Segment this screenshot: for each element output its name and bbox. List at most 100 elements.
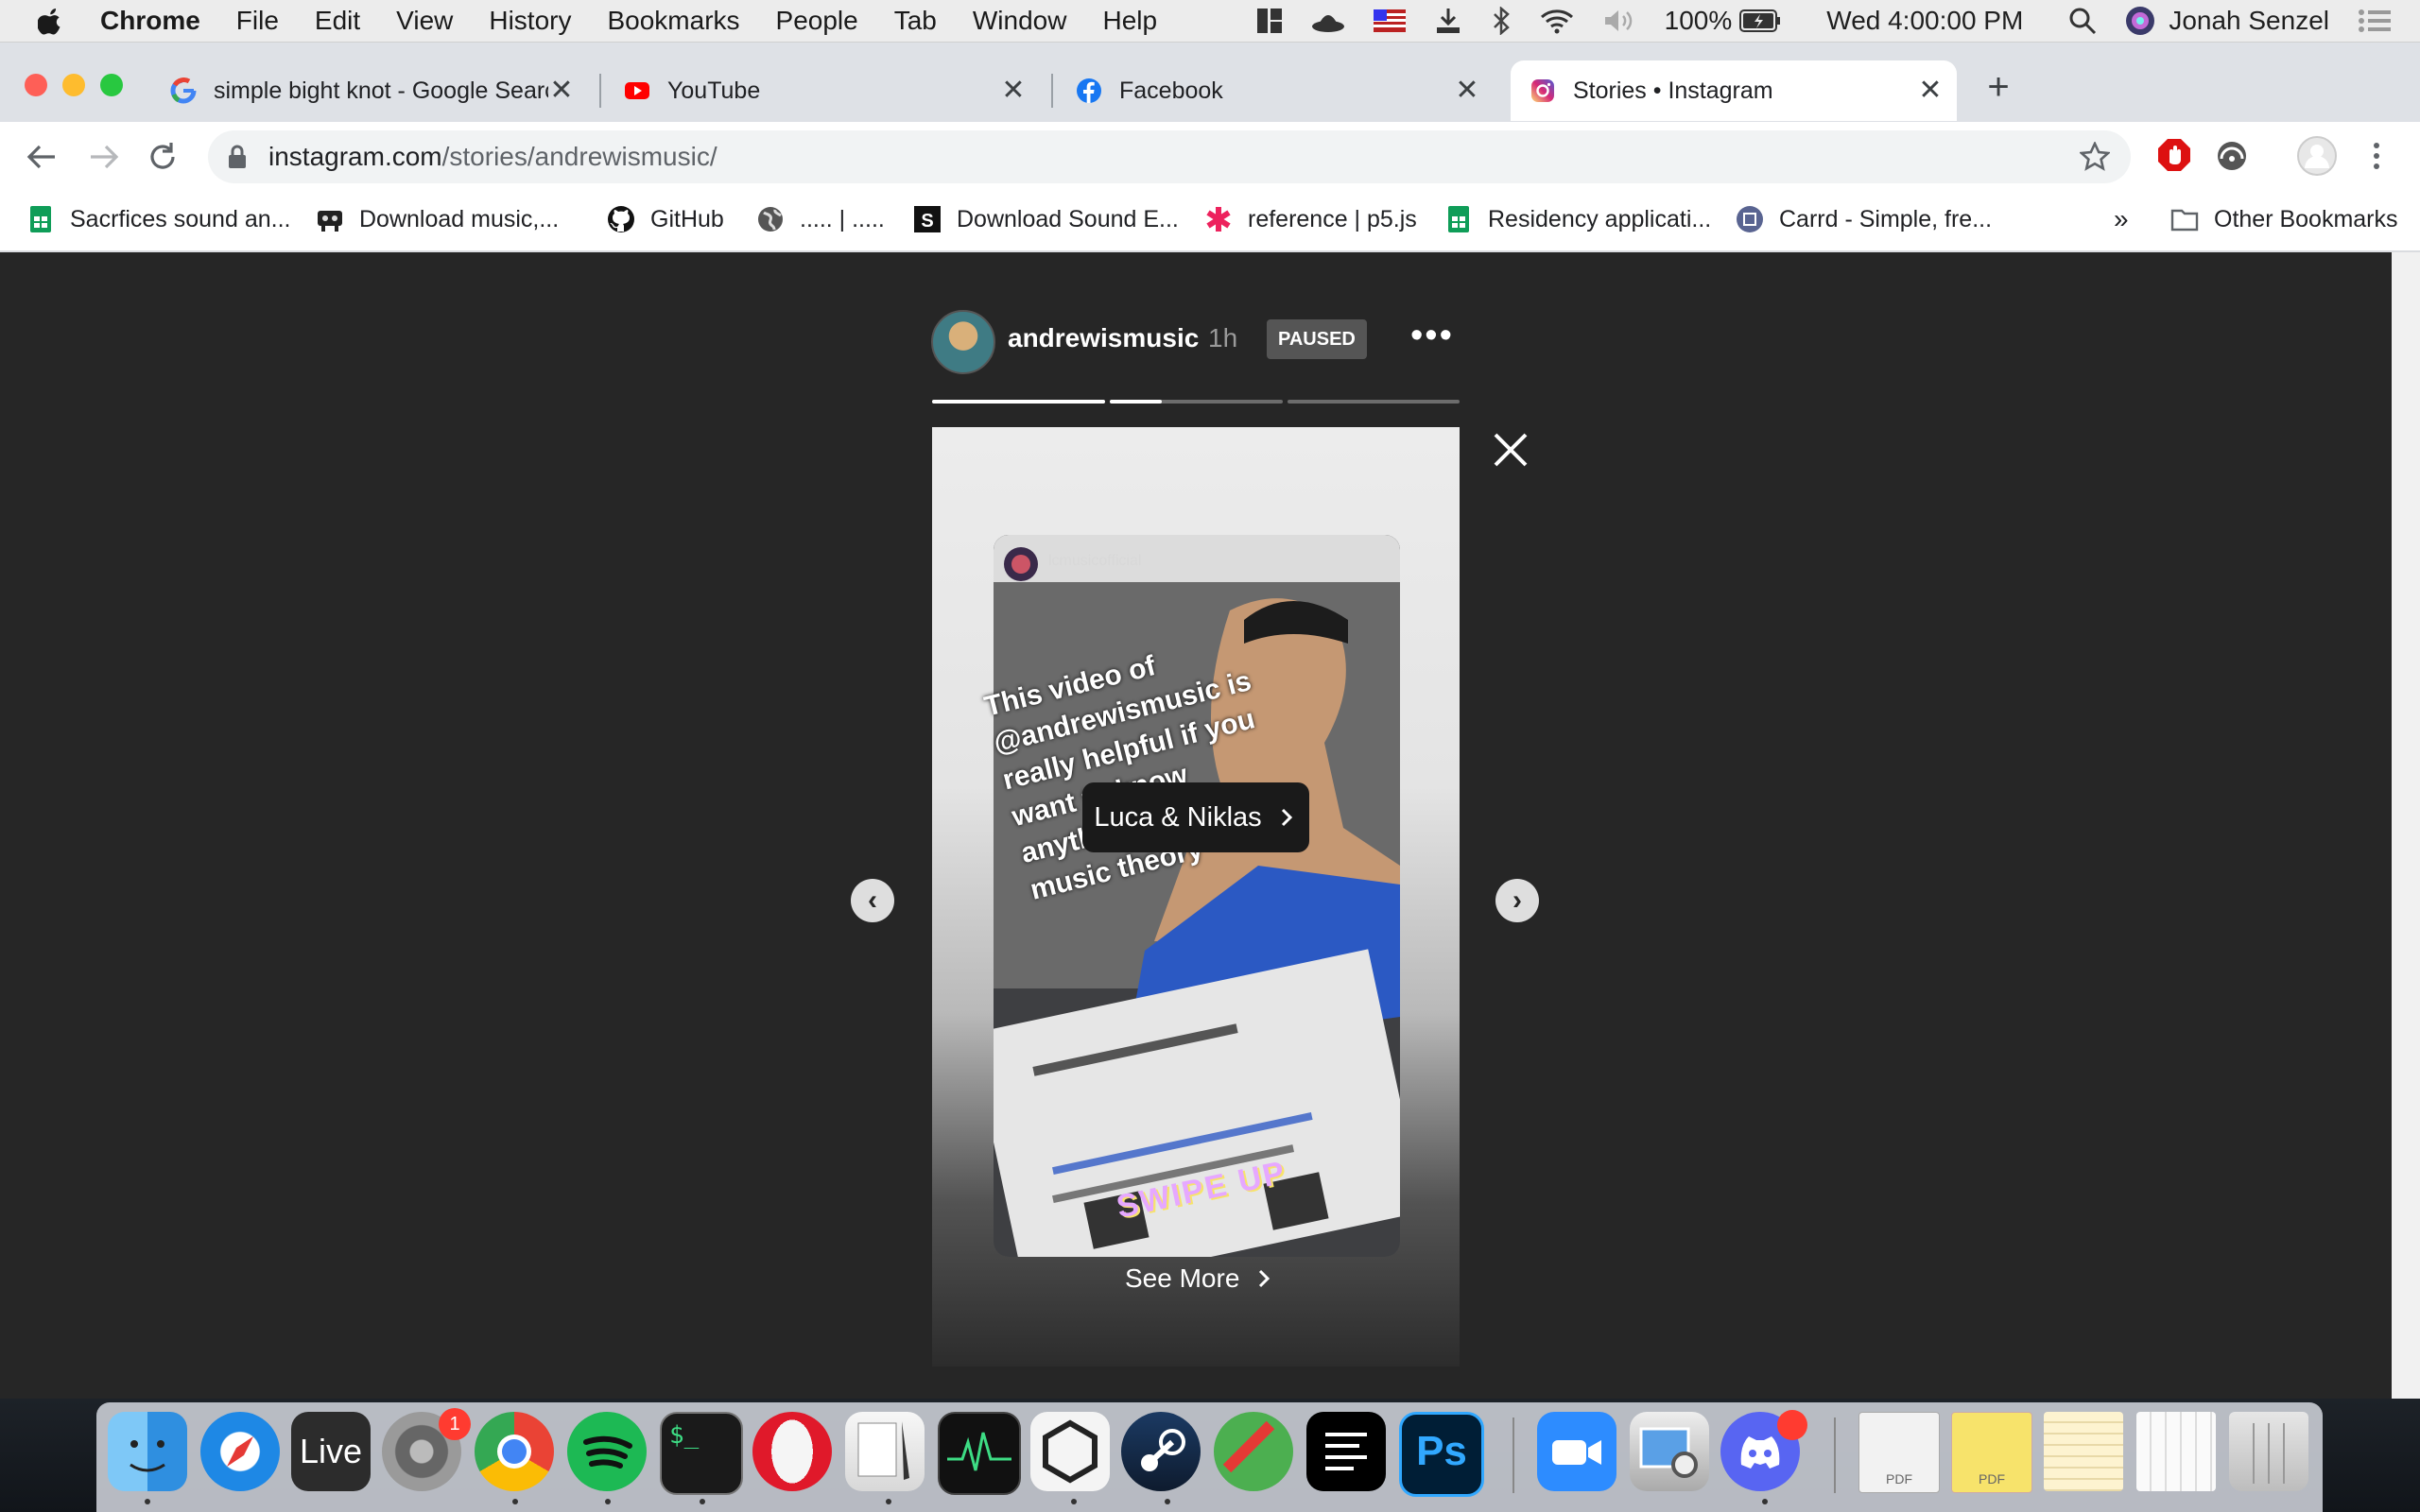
running-indicator bbox=[1071, 1499, 1077, 1504]
bookmark-item[interactable]: S Download Sound E... bbox=[913, 200, 1179, 238]
script-editor-icon[interactable] bbox=[845, 1412, 925, 1491]
menu-edit[interactable]: Edit bbox=[315, 6, 360, 36]
running-indicator bbox=[1762, 1499, 1768, 1504]
menu-app-name[interactable]: Chrome bbox=[100, 6, 200, 36]
adblock-extension-icon[interactable] bbox=[2157, 138, 2191, 172]
ableton-live-icon[interactable]: Live bbox=[291, 1412, 371, 1491]
pdf-document-icon[interactable]: PDF bbox=[1858, 1412, 1940, 1493]
story-user-avatar[interactable] bbox=[931, 310, 995, 374]
bookmark-item[interactable]: Carrd - Simple, fre... bbox=[1736, 200, 1992, 238]
profile-avatar-icon[interactable] bbox=[2297, 136, 2337, 176]
volume-icon[interactable] bbox=[1602, 8, 1636, 34]
instagram-icon bbox=[1531, 79, 1554, 102]
chrome-icon[interactable] bbox=[475, 1412, 554, 1491]
bookmark-item[interactable]: Sacrfices sound an... bbox=[26, 200, 290, 238]
next-story-button[interactable]: › bbox=[1495, 879, 1539, 922]
tab-facebook[interactable]: Facebook ✕ bbox=[1057, 60, 1494, 121]
story-username[interactable]: andrewismusic bbox=[1008, 323, 1199, 353]
wifi-icon[interactable] bbox=[1540, 8, 1574, 34]
dock-separator bbox=[1834, 1418, 1836, 1493]
new-tab-button[interactable]: + bbox=[1979, 68, 2017, 106]
close-story-icon[interactable] bbox=[1490, 429, 1531, 471]
menu-help[interactable]: Help bbox=[1102, 6, 1157, 36]
activity-monitor-icon[interactable] bbox=[938, 1412, 1021, 1495]
previous-story-button[interactable]: ‹ bbox=[851, 879, 894, 922]
menu-file[interactable]: File bbox=[236, 6, 279, 36]
tab-youtube[interactable]: YouTube ✕ bbox=[605, 60, 1040, 121]
bookmark-item[interactable]: Residency applicati... bbox=[1444, 200, 1711, 238]
more-options-button[interactable]: ••• bbox=[1410, 316, 1454, 356]
downloads-stack-icon[interactable] bbox=[2136, 1412, 2216, 1491]
chrome-menu-icon[interactable] bbox=[2367, 140, 2386, 172]
close-tab-icon[interactable]: ✕ bbox=[548, 77, 575, 105]
user-name[interactable]: Jonah Senzel bbox=[2169, 6, 2329, 36]
spotify-icon[interactable] bbox=[567, 1412, 647, 1491]
unity-icon[interactable] bbox=[1030, 1412, 1110, 1491]
menu-window[interactable]: Window bbox=[973, 6, 1067, 36]
bluetooth-icon[interactable] bbox=[1491, 7, 1512, 35]
preview-icon[interactable] bbox=[1630, 1412, 1709, 1491]
close-tab-icon[interactable]: ✕ bbox=[1917, 77, 1944, 105]
bookmark-item[interactable]: GitHub bbox=[607, 200, 724, 238]
carrd-icon bbox=[1737, 206, 1763, 232]
reload-icon[interactable] bbox=[146, 140, 180, 174]
bookmark-item[interactable]: Download music,... bbox=[316, 200, 559, 238]
flag-icon[interactable] bbox=[1373, 9, 1406, 32]
photoshop-icon[interactable]: Ps bbox=[1399, 1412, 1484, 1497]
close-tab-icon[interactable]: ✕ bbox=[1000, 77, 1027, 105]
reaper-icon[interactable] bbox=[1214, 1412, 1293, 1491]
layout-app-icon[interactable] bbox=[1256, 8, 1283, 34]
story-progress-bar-2 bbox=[1110, 400, 1283, 404]
close-tab-icon[interactable]: ✕ bbox=[1454, 77, 1480, 105]
menu-people[interactable]: People bbox=[776, 6, 858, 36]
battery-icon[interactable] bbox=[1739, 9, 1781, 32]
bookmark-item[interactable]: ..... | ..... bbox=[756, 200, 885, 238]
bookmark-star-icon[interactable] bbox=[2080, 142, 2110, 172]
bookmarks-overflow-button[interactable]: » bbox=[2114, 200, 2129, 238]
see-more-button[interactable]: See More bbox=[1125, 1263, 1275, 1294]
menu-history[interactable]: History bbox=[489, 6, 571, 36]
apple-menu-icon[interactable] bbox=[38, 6, 64, 36]
download-icon[interactable] bbox=[1434, 7, 1462, 35]
terminal-icon[interactable]: $_ bbox=[660, 1412, 743, 1495]
running-indicator bbox=[512, 1499, 518, 1504]
mac-menu-bar: Chrome File Edit View History Bookmarks … bbox=[0, 0, 2420, 43]
pdf-document-icon[interactable]: PDF bbox=[1951, 1412, 2032, 1493]
running-indicator bbox=[145, 1499, 150, 1504]
zoom-icon[interactable] bbox=[1537, 1412, 1616, 1491]
other-bookmarks-folder[interactable]: Other Bookmarks bbox=[2170, 200, 2398, 238]
menu-bookmarks[interactable]: Bookmarks bbox=[607, 6, 739, 36]
zoom-window-button[interactable] bbox=[100, 74, 123, 96]
opera-icon[interactable] bbox=[752, 1412, 832, 1491]
tab-google-search[interactable]: simple bight knot - Google Search ✕ bbox=[151, 60, 588, 121]
chevron-right-icon bbox=[1259, 1269, 1270, 1288]
clock[interactable]: Wed 4:00:00 PM bbox=[1826, 6, 2023, 36]
minimize-window-button[interactable] bbox=[62, 74, 85, 96]
siri-icon[interactable] bbox=[2125, 6, 2155, 36]
trash-icon[interactable] bbox=[2229, 1412, 2308, 1491]
notification-center-icon[interactable] bbox=[2358, 8, 2392, 34]
url-text[interactable]: instagram.com/stories/andrewismusic/ bbox=[268, 142, 717, 172]
sound-effects-icon: S bbox=[914, 206, 941, 232]
text-app-icon[interactable] bbox=[1306, 1412, 1386, 1491]
svg-text:S: S bbox=[921, 211, 933, 232]
hat-icon[interactable] bbox=[1311, 8, 1345, 34]
menu-view[interactable]: View bbox=[396, 6, 453, 36]
tab-instagram[interactable]: Stories • Instagram ✕ bbox=[1511, 60, 1957, 121]
forward-icon[interactable] bbox=[87, 142, 121, 172]
mention-tag-button[interactable]: Luca & Niklas bbox=[1082, 782, 1309, 852]
lock-icon[interactable] bbox=[227, 145, 248, 169]
document-stack-icon[interactable] bbox=[2044, 1412, 2123, 1491]
steam-icon[interactable] bbox=[1121, 1412, 1201, 1491]
back-icon[interactable] bbox=[25, 142, 59, 172]
bookmark-item[interactable]: reference | p5.js bbox=[1204, 200, 1417, 238]
finder-icon[interactable] bbox=[108, 1412, 187, 1491]
extension-icon[interactable] bbox=[2216, 140, 2248, 172]
spotlight-search-icon[interactable] bbox=[2068, 7, 2097, 35]
safari-icon[interactable] bbox=[200, 1412, 280, 1491]
chevron-right-icon bbox=[1281, 808, 1292, 827]
menu-tab[interactable]: Tab bbox=[894, 6, 937, 36]
close-window-button[interactable] bbox=[25, 74, 47, 96]
story-progress-bar-1 bbox=[932, 400, 1105, 404]
scrollbar[interactable] bbox=[2392, 252, 2420, 1399]
